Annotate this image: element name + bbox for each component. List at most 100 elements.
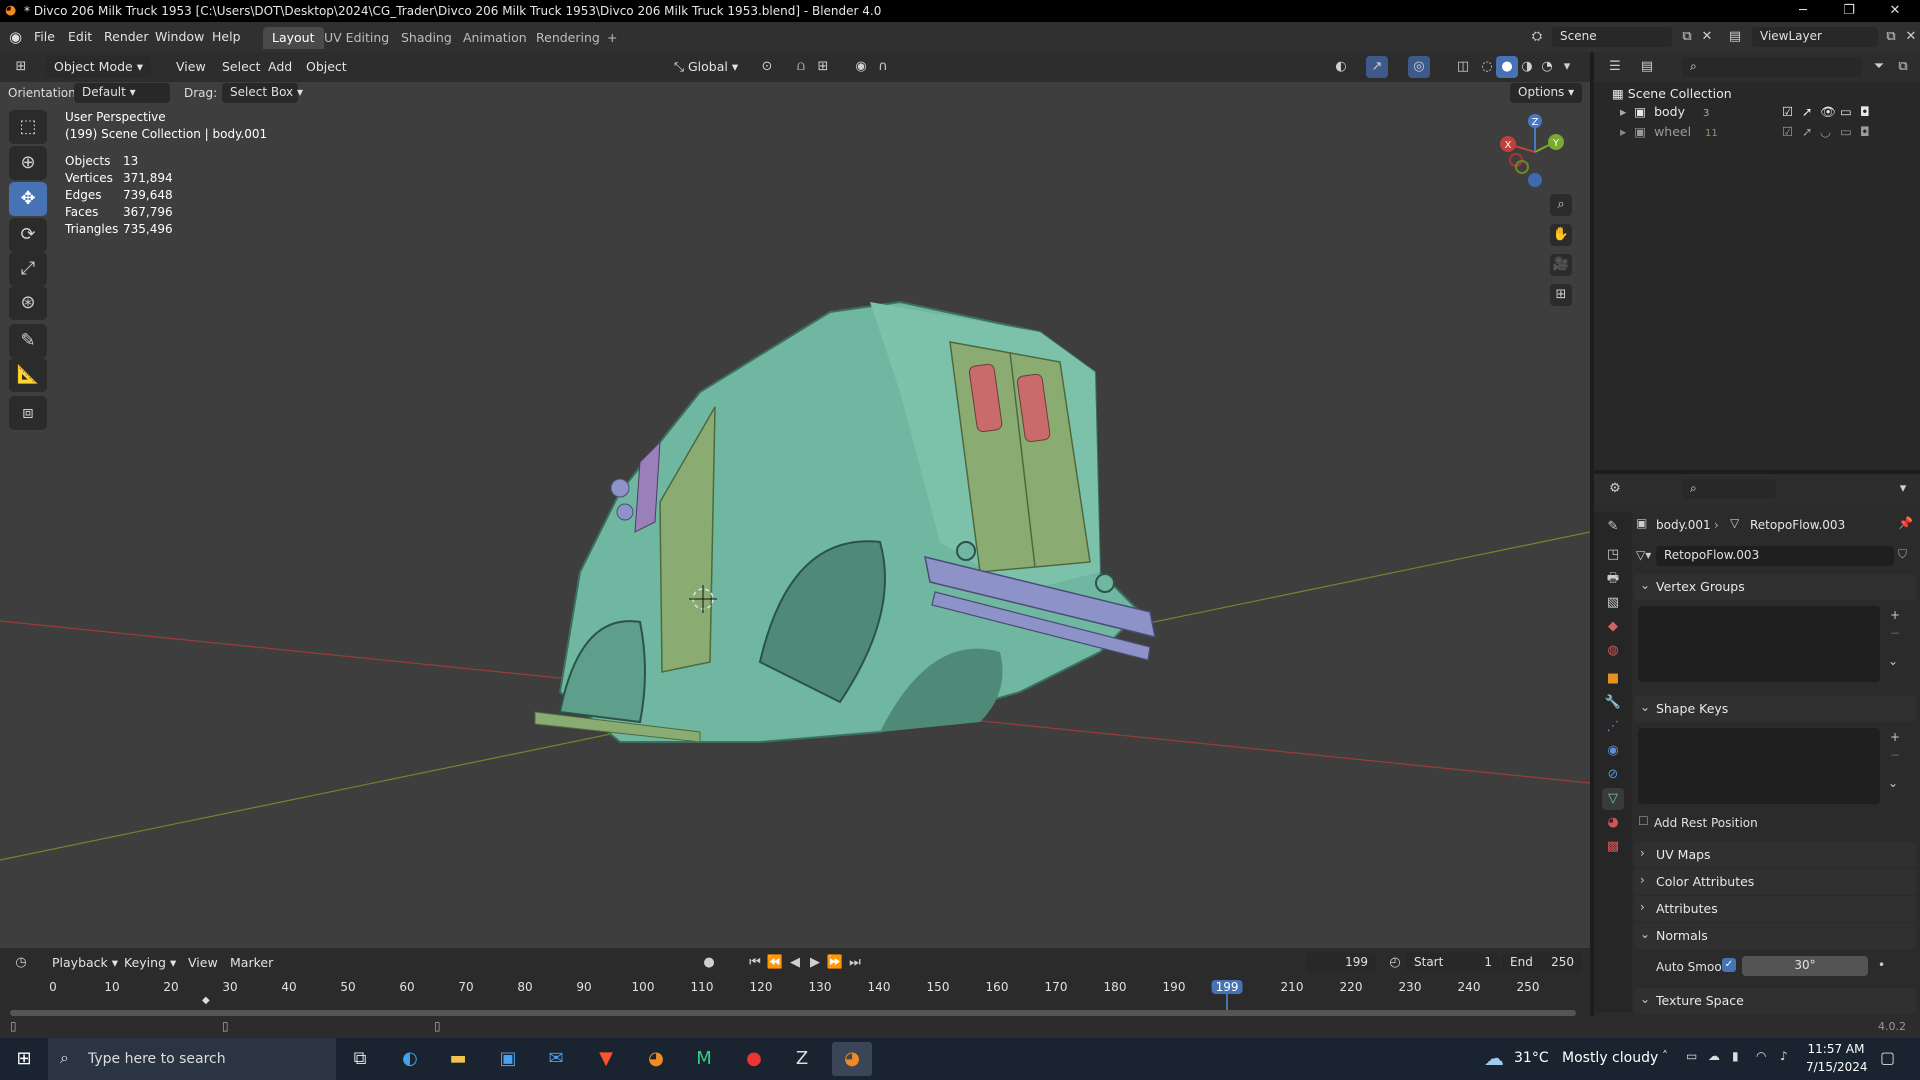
mesh-browse-icon[interactable]: ▽▾ [1636, 548, 1651, 562]
snap-target-icon[interactable]: ⊞ [812, 56, 834, 78]
outliner-scene-collection[interactable]: ▦ Scene Collection [1612, 86, 1732, 106]
tab-shading[interactable]: Shading [392, 27, 461, 49]
scene-name-field[interactable]: Scene [1552, 27, 1672, 47]
file-explorer-icon[interactable]: ▬ [438, 1042, 478, 1076]
task-view-icon[interactable]: ⧉ [340, 1042, 380, 1076]
tray-chevron-icon[interactable]: ˄ [1662, 1049, 1668, 1063]
windows-start-icon[interactable]: ⊞ [4, 1042, 44, 1076]
visibility-icon[interactable]: ◐ [1330, 56, 1352, 78]
proportional-edit-icon[interactable]: ◉ [850, 56, 872, 78]
close-button[interactable]: ✕ [1872, 0, 1918, 22]
camera-view-icon[interactable]: 🎥 [1550, 254, 1572, 276]
orientation-dropdown[interactable]: Default ▾ [74, 83, 170, 103]
mode-dropdown[interactable]: Object Mode ▾ [46, 56, 151, 78]
add-cube-tool[interactable]: ⧈ [9, 396, 47, 430]
blender-active-icon[interactable]: ◕ [832, 1042, 872, 1076]
scene-tab-icon[interactable]: ◆ [1602, 616, 1624, 638]
tool-tab-icon[interactable]: ✎ [1602, 516, 1624, 538]
shape-keys-section[interactable]: ⌄ Shape Keys [1634, 696, 1916, 722]
restore-button[interactable]: ❐ [1826, 0, 1872, 22]
exclude-checkbox[interactable]: ☑ [1782, 104, 1793, 119]
options-dropdown[interactable]: Options ▾ [1510, 83, 1582, 103]
pin-icon[interactable]: 📌 [1898, 516, 1913, 530]
color-attributes-section[interactable]: › Color Attributes [1634, 869, 1916, 895]
store-icon[interactable]: ▣ [488, 1042, 528, 1076]
remove-shape-key-icon[interactable]: − [1890, 748, 1900, 762]
physics-tab-icon[interactable]: ◉ [1602, 740, 1624, 762]
drag-dropdown[interactable]: Select Box ▾ [222, 83, 303, 103]
weather-cloud-icon[interactable]: ☁ [1484, 1046, 1504, 1070]
gizmo-toggle-icon[interactable]: ↗ [1366, 56, 1388, 78]
keyframe-diamond-icon[interactable]: ◆ [202, 995, 210, 1006]
scene-browse-icon[interactable]: ⛭ [1526, 26, 1548, 48]
new-collection-icon[interactable]: ⧉ [1892, 56, 1914, 78]
remove-viewlayer-icon[interactable]: ✕ [1900, 26, 1920, 48]
menu-help[interactable]: Help [212, 29, 241, 44]
ortho-grid-icon[interactable]: ⊞ [1550, 284, 1572, 306]
snap-icon[interactable]: ⩍ [790, 56, 812, 78]
tray-icon[interactable]: ▭ [1686, 1049, 1697, 1063]
eye-hidden-icon[interactable]: ◡ [1820, 124, 1831, 139]
blender-taskbar-icon[interactable]: ◕ [636, 1042, 676, 1076]
xray-icon[interactable]: ◫ [1452, 56, 1474, 78]
shape-keys-list[interactable] [1638, 728, 1880, 804]
fake-user-shield-icon[interactable]: ⛉ [1898, 547, 1907, 562]
viewport-menu-add[interactable]: Add [260, 56, 300, 78]
render-camera-icon[interactable]: ◘ [1860, 124, 1870, 139]
expand-arrow-icon[interactable]: ▸ [1620, 104, 1626, 119]
vertex-groups-list[interactable] [1638, 606, 1880, 682]
exclude-checkbox[interactable]: ☑ [1782, 124, 1793, 139]
editor-type-icon[interactable]: ⊞ [10, 56, 32, 78]
wireframe-shading-icon[interactable]: ◌ [1476, 56, 1498, 78]
3d-viewport[interactable]: Z X Y ⊞ Object Mode ▾ View Select Add Ob… [0, 52, 1590, 948]
particles-tab-icon[interactable]: ⋰ [1602, 716, 1624, 738]
eye-icon[interactable]: 👁 [1820, 104, 1836, 120]
remove-scene-icon[interactable]: ✕ [1696, 26, 1718, 48]
texture-tab-icon[interactable]: ▩ [1602, 836, 1624, 858]
app-zbrush-icon[interactable]: Z [782, 1042, 822, 1076]
select-arrow-icon[interactable]: ➚ [1802, 104, 1812, 119]
menu-file[interactable]: File [34, 29, 55, 44]
auto-smooth-checkbox[interactable]: ✓ [1722, 958, 1736, 972]
viewport-menu-object[interactable]: Object [298, 56, 355, 78]
add-workspace-button[interactable]: + [598, 27, 626, 49]
add-vertex-group-icon[interactable]: + [1890, 608, 1900, 622]
transform-tool[interactable]: ⊛ [9, 286, 47, 320]
properties-search-input[interactable]: ⌕ [1682, 479, 1776, 499]
uv-maps-section[interactable]: › UV Maps [1634, 842, 1916, 868]
shape-key-specials-icon[interactable]: ⌄ [1888, 776, 1898, 790]
keyframe-dot-icon[interactable]: • [1878, 958, 1885, 972]
annotate-tool[interactable]: ✎ [9, 324, 47, 358]
attributes-section[interactable]: › Attributes [1634, 896, 1916, 922]
object-tab-icon[interactable]: ■ [1602, 668, 1624, 690]
brave-icon[interactable]: ▼ [586, 1042, 626, 1076]
viewport-menu-view[interactable]: View [168, 56, 214, 78]
auto-smooth-angle-field[interactable]: 30° [1742, 956, 1868, 976]
view-layer-tab-icon[interactable]: ▧ [1602, 592, 1624, 614]
monitor-icon[interactable]: ▭ [1840, 124, 1852, 139]
notifications-icon[interactable]: ▢ [1880, 1048, 1895, 1067]
volume-icon[interactable]: ♪ [1780, 1049, 1788, 1063]
filter-icon[interactable]: ⏷ [1868, 56, 1890, 78]
playhead-frame-label[interactable]: 199 [1211, 980, 1243, 994]
zoom-icon[interactable]: ⌕ [1550, 194, 1572, 216]
mesh-datablock-field[interactable]: RetopoFlow.003 [1656, 546, 1894, 566]
transform-orientation-dropdown[interactable]: ⤡ Global ▾ [666, 56, 746, 78]
tab-uv-editing[interactable]: UV Editing [315, 27, 398, 49]
normals-section[interactable]: ⌄ Normals [1634, 923, 1916, 949]
mesh-data-tab-icon[interactable]: ▽ [1602, 788, 1624, 810]
move-tool[interactable]: ✥ [9, 182, 47, 216]
expand-arrow-icon[interactable]: ▸ [1620, 124, 1626, 139]
outliner-search-input[interactable]: ⌕ [1682, 57, 1862, 77]
display-mode-icon[interactable]: ▤ [1636, 56, 1658, 78]
select-arrow-icon[interactable]: ➚ [1802, 124, 1812, 139]
rotate-tool[interactable]: ⟳ [9, 218, 47, 252]
remove-vertex-group-icon[interactable]: − [1890, 626, 1900, 640]
output-tab-icon[interactable]: 🖶 [1602, 568, 1624, 590]
pivot-icon[interactable]: ⊙ [756, 56, 778, 78]
new-viewlayer-icon[interactable]: ⧉ [1880, 26, 1902, 48]
monitor-icon[interactable]: ▭ [1840, 104, 1852, 119]
onedrive-icon[interactable]: ☁ [1708, 1049, 1720, 1063]
texture-space-section[interactable]: ⌄ Texture Space [1634, 988, 1916, 1014]
outliner-item-body[interactable]: ▸ ▣ body 3 ☑ ➚ 👁 ▭ ◘ [1620, 104, 1920, 124]
